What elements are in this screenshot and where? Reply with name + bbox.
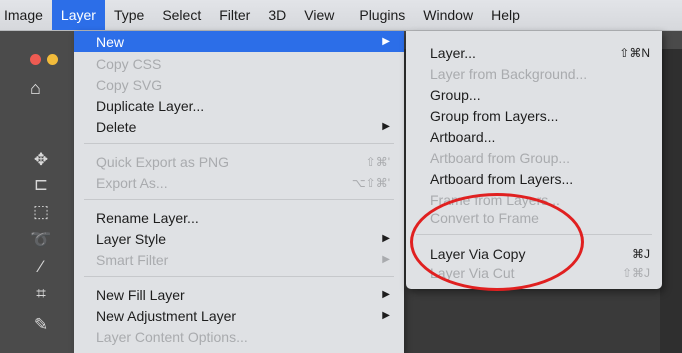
menu-item-label: Copy CSS	[96, 55, 162, 72]
menu-item-label: Layer from Background...	[430, 65, 588, 82]
menu-separator	[84, 276, 394, 277]
menu-item-label: New Adjustment Layer	[96, 307, 237, 324]
magic-wand-icon[interactable]: ⁄	[30, 256, 52, 278]
menu-plugins[interactable]: Plugins	[343, 0, 414, 30]
chevron-right-icon: ▶	[382, 310, 390, 321]
tools-panel: ⌂ ✥ ⊏ ⬚ ➰ ⁄ ⌗ ✎	[0, 31, 74, 353]
menu-item-label: New	[96, 33, 125, 50]
submenu-item-layer-from-background: Layer from Background...	[406, 63, 662, 84]
window-close-icon[interactable]	[30, 54, 41, 65]
lasso-tool-icon[interactable]: ➰	[30, 229, 52, 251]
shortcut-label: ⇧⌘J	[621, 265, 650, 280]
home-icon[interactable]: ⌂	[30, 78, 41, 99]
menu-type[interactable]: Type	[105, 0, 153, 30]
canvas-edge	[660, 49, 682, 353]
menu-bar: Image Layer Type Select Filter 3D View P…	[0, 0, 682, 31]
menu-view[interactable]: View	[295, 0, 343, 30]
menu-item-export-as: Export As... ⌥⇧⌘'	[74, 172, 404, 193]
menu-item-label: Copy SVG	[96, 76, 163, 93]
submenu-item-artboard-from-layers[interactable]: Artboard from Layers...	[406, 168, 662, 189]
submenu-item-group[interactable]: Group...	[406, 84, 662, 105]
menu-item-label: Layer Style	[96, 230, 167, 247]
menu-item-label: Rename Layer...	[96, 209, 199, 226]
chevron-right-icon: ▶	[382, 233, 390, 244]
menu-item-copy-svg: Copy SVG	[74, 74, 404, 95]
shortcut-label: ⌘J	[632, 246, 650, 261]
menu-item-label: Layer...	[430, 44, 476, 61]
window-minimize-icon[interactable]	[47, 54, 58, 65]
menu-window[interactable]: Window	[414, 0, 482, 30]
menu-layer[interactable]: Layer	[51, 0, 105, 30]
menu-select[interactable]: Select	[153, 0, 210, 30]
menu-item-copy-css: Copy CSS	[74, 53, 404, 74]
submenu-item-artboard-from-group: Artboard from Group...	[406, 147, 662, 168]
chevron-right-icon: ▶	[382, 254, 390, 265]
menu-item-label: Export As...	[96, 174, 168, 191]
menu-filter[interactable]: Filter	[210, 0, 259, 30]
submenu-item-group-from-layers[interactable]: Group from Layers...	[406, 105, 662, 126]
layer-menu: New ▶ Copy CSS Copy SVG Duplicate Layer.…	[74, 31, 404, 353]
chevron-right-icon: ▶	[382, 289, 390, 300]
move-tool-icon[interactable]: ✥	[30, 149, 52, 171]
menu-item-new-adjustment-layer[interactable]: New Adjustment Layer ▶	[74, 305, 404, 326]
crop-tool-icon[interactable]: ⌗	[30, 283, 52, 305]
menu-3d[interactable]: 3D	[259, 0, 295, 30]
menu-item-label: Duplicate Layer...	[96, 97, 205, 114]
menu-item-duplicate-layer[interactable]: Duplicate Layer...	[74, 95, 404, 116]
menu-item-label: Quick Export as PNG	[96, 153, 230, 170]
menu-item-label: Artboard...	[430, 128, 496, 145]
menu-item-label: Group from Layers...	[430, 107, 559, 124]
menu-separator	[84, 143, 394, 144]
menu-item-label: Artboard from Group...	[430, 149, 571, 166]
annotation-circle	[410, 193, 584, 291]
menu-item-label: Smart Filter	[96, 251, 169, 268]
menu-item-label: Delete	[96, 118, 137, 135]
menu-item-label: Group...	[430, 86, 481, 103]
menu-item-label: Artboard from Layers...	[430, 170, 574, 187]
menu-image[interactable]: Image	[0, 0, 52, 30]
submenu-item-artboard[interactable]: Artboard...	[406, 126, 662, 147]
menu-help[interactable]: Help	[482, 0, 529, 30]
menu-item-smart-filter: Smart Filter ▶	[74, 249, 404, 270]
submenu-item-layer[interactable]: Layer... ⇧⌘N	[406, 42, 662, 63]
menu-item-quick-export: Quick Export as PNG ⇧⌘'	[74, 151, 404, 172]
artboard-tool-icon[interactable]: ⊏	[30, 174, 52, 196]
menu-item-label: New Fill Layer	[96, 286, 185, 303]
menu-item-new-fill-layer[interactable]: New Fill Layer ▶	[74, 284, 404, 305]
menu-separator	[84, 199, 394, 200]
shortcut-label: ⌥⇧⌘'	[351, 175, 390, 190]
shortcut-label: ⇧⌘N	[619, 45, 650, 60]
menu-item-layer-style[interactable]: Layer Style ▶	[74, 228, 404, 249]
chevron-right-icon: ▶	[382, 36, 390, 47]
eyedropper-icon[interactable]: ✎	[30, 314, 52, 336]
menu-item-delete[interactable]: Delete ▶	[74, 116, 404, 137]
chevron-right-icon: ▶	[382, 121, 390, 132]
menu-item-new[interactable]: New ▶	[74, 31, 404, 52]
shortcut-label: ⇧⌘'	[365, 154, 390, 169]
menu-item-layer-content-options: Layer Content Options...	[74, 326, 404, 347]
menu-item-label: Layer Content Options...	[96, 328, 248, 345]
menu-item-rename-layer[interactable]: Rename Layer...	[74, 207, 404, 228]
marquee-tool-icon[interactable]: ⬚	[30, 201, 52, 223]
